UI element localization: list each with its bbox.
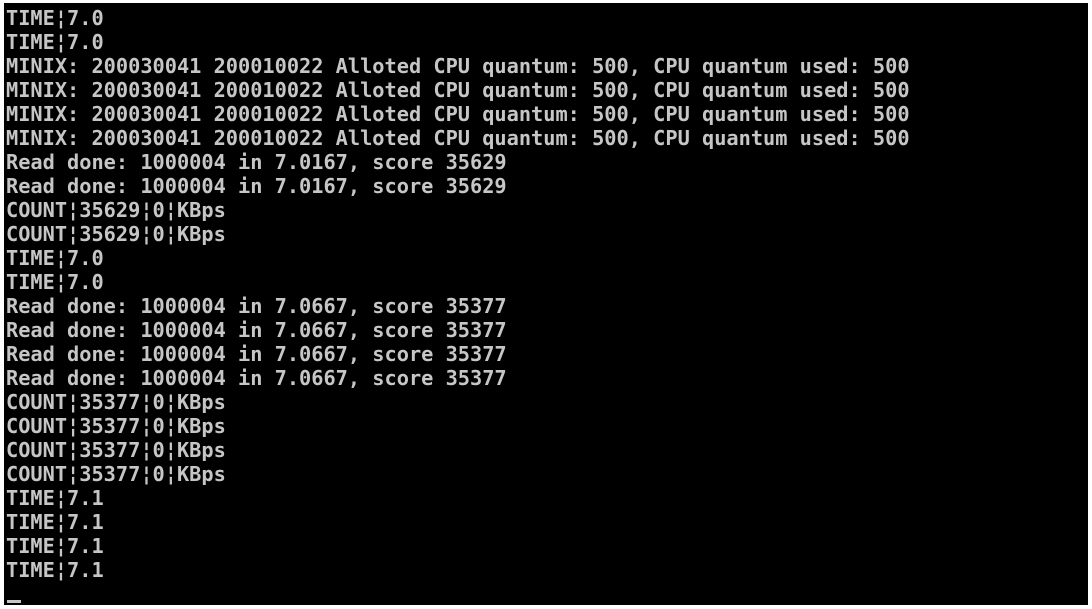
console-line: MINIX: 200030041 200010022 Alloted CPU q… bbox=[6, 78, 910, 102]
console-screen[interactable]: TIME¦7.0 TIME¦7.0 MINIX: 200030041 20001… bbox=[4, 3, 1088, 605]
console-line: TIME¦7.1 bbox=[6, 558, 104, 582]
console-line: COUNT¦35377¦0¦KBps bbox=[6, 462, 226, 486]
console-line: TIME¦7.0 bbox=[6, 30, 104, 54]
console-line: Read done: 1000004 in 7.0667, score 3537… bbox=[6, 294, 507, 318]
console-line: COUNT¦35377¦0¦KBps bbox=[6, 414, 226, 438]
console-line: TIME¦7.0 bbox=[6, 6, 104, 30]
console-line: Read done: 1000004 in 7.0667, score 3537… bbox=[6, 318, 507, 342]
console-line: TIME¦7.0 bbox=[6, 246, 104, 270]
console-line: Read done: 1000004 in 7.0667, score 3537… bbox=[6, 366, 507, 390]
console-output: TIME¦7.0 TIME¦7.0 MINIX: 200030041 20001… bbox=[6, 6, 1086, 582]
text-cursor bbox=[7, 600, 21, 603]
console-line: TIME¦7.1 bbox=[6, 486, 104, 510]
console-line: Read done: 1000004 in 7.0167, score 3562… bbox=[6, 174, 507, 198]
console-line: COUNT¦35629¦0¦KBps bbox=[6, 222, 226, 246]
console-line: TIME¦7.1 bbox=[6, 534, 104, 558]
console-line: Read done: 1000004 in 7.0667, score 3537… bbox=[6, 342, 507, 366]
console-line: COUNT¦35377¦0¦KBps bbox=[6, 438, 226, 462]
console-line: MINIX: 200030041 200010022 Alloted CPU q… bbox=[6, 102, 910, 126]
console-line: TIME¦7.0 bbox=[6, 270, 104, 294]
console-line: MINIX: 200030041 200010022 Alloted CPU q… bbox=[6, 54, 910, 78]
console-line: COUNT¦35377¦0¦KBps bbox=[6, 390, 226, 414]
console-line: COUNT¦35629¦0¦KBps bbox=[6, 198, 226, 222]
console-line: Read done: 1000004 in 7.0167, score 3562… bbox=[6, 150, 507, 174]
console-line: TIME¦7.1 bbox=[6, 510, 104, 534]
console-line: MINIX: 200030041 200010022 Alloted CPU q… bbox=[6, 126, 910, 150]
